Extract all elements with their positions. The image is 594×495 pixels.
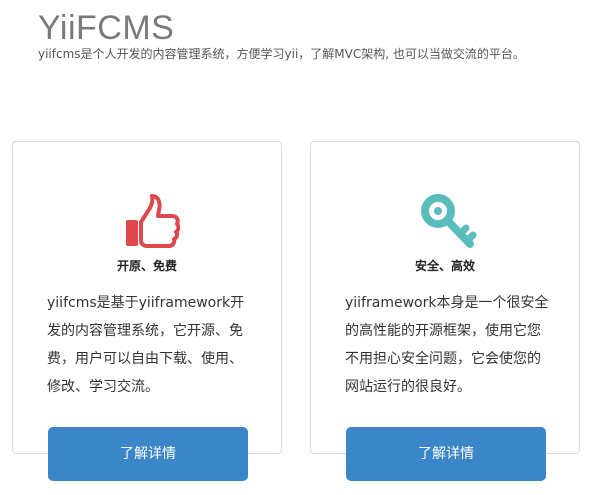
feature-description: yiiframework本身是一个很安全 的高性能的开源框架，使用它您 不用担心… xyxy=(345,289,551,401)
learn-more-button[interactable]: 了解详情 xyxy=(48,427,248,481)
feature-card-open-source: 开原、免费 yiifcms是基于yiiframework开 发的内容管理系统，它… xyxy=(12,141,282,481)
description-line: 网站运行的很良好。 xyxy=(345,379,471,395)
key-icon xyxy=(418,192,478,254)
feature-title: 开原、免费 xyxy=(116,259,177,273)
description-line: 费，用户可以自由下载、使用、 xyxy=(47,351,243,367)
description-line: yiifcms是基于yiiframework开 xyxy=(47,295,245,311)
description-line: 修改、学习交流。 xyxy=(47,379,159,395)
feature-description: yiifcms是基于yiiframework开 发的内容管理系统，它开源、免 费… xyxy=(47,289,253,401)
feature-title: 安全、高效 xyxy=(414,259,475,273)
site-description: yiifcms是个人开发的内容管理系统，方便学习yii，了解MVC架构, 也可以… xyxy=(38,47,525,61)
description-line: 的高性能的开源框架，使用它您 xyxy=(345,323,541,339)
feature-card-security: 安全、高效 yiiframework本身是一个很安全 的高性能的开源框架，使用它… xyxy=(310,141,580,481)
thumbs-up-icon xyxy=(120,192,180,254)
learn-more-button[interactable]: 了解详情 xyxy=(346,427,546,481)
description-line: yiiframework本身是一个很安全 xyxy=(345,295,549,311)
site-title: YiiFCMS xyxy=(38,9,175,47)
description-line: 不用担心安全问题，它会使您的 xyxy=(345,351,541,367)
description-line: 发的内容管理系统，它开源、免 xyxy=(47,323,243,339)
